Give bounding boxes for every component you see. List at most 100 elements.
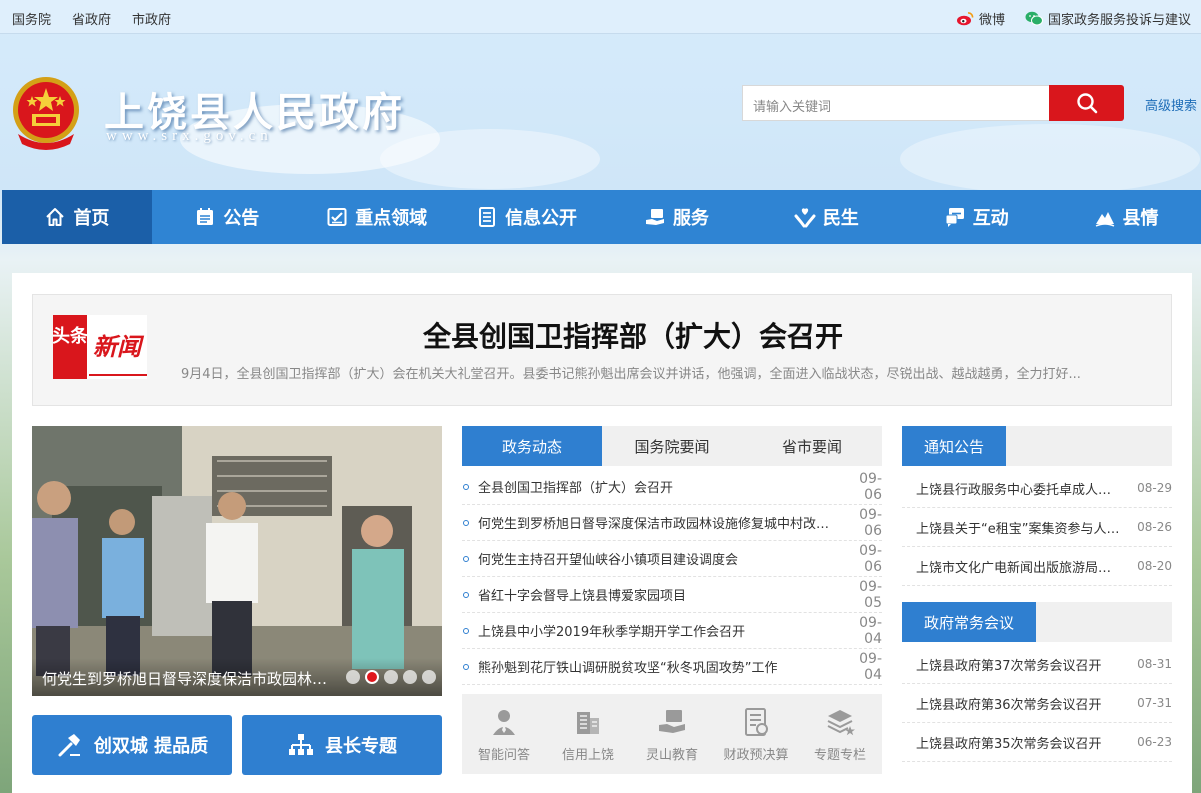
news-panel: 政务动态 国务院要闻 省市要闻 全县创国卫指挥部（扩大）会召开 09-06 何党生… <box>462 426 882 685</box>
list-item[interactable]: 何党生主持召开望仙峡谷小镇项目建设调度会 09-06 <box>462 541 882 577</box>
slider-dots <box>346 670 436 684</box>
notice-title[interactable]: 通知公告 <box>902 426 1007 466</box>
weibo-icon <box>956 12 974 26</box>
nav-county-info[interactable]: 县情 <box>1051 190 1201 244</box>
nav-key-areas[interactable]: 重点领域 <box>302 190 452 244</box>
quick-link-label: 信用上饶 <box>561 747 614 763</box>
quick-links: 智能问答 信用上饶 灵山教育 财政预决算 专题专栏 <box>462 694 882 774</box>
nav-livelihood[interactable]: 民生 <box>751 190 901 244</box>
nav-info-disclosure[interactable]: 信息公开 <box>452 190 602 244</box>
list-item[interactable]: 上饶县政府第35次常务会议召开 06-23 <box>902 723 1172 762</box>
document-icon <box>479 207 496 227</box>
news-title: 何党生主持召开望仙峡谷小镇项目建设调度会 <box>478 553 739 568</box>
cloud-decoration <box>380 129 600 189</box>
notice-icon <box>197 208 214 225</box>
nav-label: 服务 <box>672 208 709 229</box>
list-item[interactable]: 上饶县关于“e租宝”案集资参与人信息核实登记的公告08-26 <box>902 508 1172 547</box>
quick-link-label: 财政预决算 <box>723 747 789 763</box>
service-icon <box>645 209 664 225</box>
mountain-icon <box>1095 212 1114 227</box>
hammer-icon <box>58 734 80 757</box>
news-photo <box>32 426 442 696</box>
top-right-links: 微博 国家政务服务投诉与建议 <box>956 9 1191 28</box>
slider-dot-3[interactable] <box>384 670 398 684</box>
list-item[interactable]: 上饶县政府第37次常务会议召开 08-31 <box>902 645 1172 684</box>
main-nav: 首页 公告 重点领域 信息公开 服务 民生 互动 县情 <box>2 190 1201 244</box>
quick-link-education[interactable]: 灵山教育 <box>630 694 714 774</box>
news-title: 何党生到罗桥旭日督导深度保洁市政园林设施修复城中村改造工作 <box>478 517 842 532</box>
nav-label: 民生 <box>822 208 859 229</box>
bullet-icon <box>463 555 469 562</box>
list-item[interactable]: 省红十字会督导上饶县博爱家园项目 09-05 <box>462 577 882 613</box>
nav-interaction[interactable]: 互动 <box>901 190 1051 244</box>
bullet-icon <box>463 663 469 670</box>
news-date: 09-04 <box>859 614 882 647</box>
headline-title-text: 全县创国卫指挥部（扩大）会召开 <box>422 320 843 353</box>
link-city-gov[interactable]: 市政府 <box>132 9 171 28</box>
advanced-search-link[interactable]: 高级搜索 <box>1145 95 1197 114</box>
double-city-button[interactable]: 创双城 提品质 <box>32 715 232 775</box>
list-item[interactable]: 何党生到罗桥旭日督导深度保洁市政园林设施修复城中村改造工作 09-06 <box>462 505 882 541</box>
national-emblem-icon <box>13 77 79 150</box>
home-icon <box>46 208 65 226</box>
link-state-council[interactable]: 国务院 <box>12 9 51 28</box>
slider-dot-1[interactable] <box>346 670 360 684</box>
top-bar: 国务院 省政府 市政府 微博 国家政务服务投诉与建议 <box>0 0 1201 34</box>
list-item[interactable]: 上饶县行政服务中心委托卓成人力资源公司招聘工作人员公告08-29 <box>902 469 1172 508</box>
person-icon <box>493 709 515 735</box>
nav-notice[interactable]: 公告 <box>152 190 302 244</box>
slider-dot-5[interactable] <box>422 670 436 684</box>
cloud-decoration <box>900 124 1200 194</box>
link-province-gov[interactable]: 省政府 <box>72 9 111 28</box>
quick-link-topics[interactable]: 专题专栏 <box>798 694 882 774</box>
quick-link-smart-qa[interactable]: 智能问答 <box>462 694 546 774</box>
slider-caption-text: 何党生到罗桥旭日督导深度保洁市政园林设施修复城中村改造工作 <box>42 670 330 688</box>
nav-label: 重点领域 <box>355 208 428 229</box>
checklist-icon <box>327 208 347 226</box>
tab-state-council-news[interactable]: 国务院要闻 <box>602 426 742 466</box>
quick-link-label: 智能问答 <box>477 747 530 763</box>
photo-slider[interactable]: 何党生到罗桥旭日督导深度保洁市政园林设施修复城中村改造工作 <box>32 426 442 696</box>
search-input[interactable]: 请输入关键词 <box>742 85 1050 121</box>
nav-service[interactable]: 服务 <box>602 190 752 244</box>
meeting-item-title: 上饶县政府第35次常务会议召开 <box>916 736 1102 752</box>
meetings-header: 政府常务会议 <box>902 602 1172 642</box>
headline-banner[interactable]: 头条 新闻 全县创国卫指挥部（扩大）会召开 9月4日，全县创国卫指挥部（扩大）会… <box>32 294 1172 406</box>
news-title: 上饶县中小学2019年秋季学期开学工作会召开 <box>478 625 746 640</box>
nav-label: 首页 <box>73 208 110 229</box>
tab-gov-affairs[interactable]: 政务动态 <box>462 426 602 466</box>
list-item[interactable]: 上饶市文化广电新闻出版旅游局关于公开征集意见的公告08-20 <box>902 547 1172 586</box>
headline-title[interactable]: 全县创国卫指挥部（扩大）会召开 <box>33 315 1173 355</box>
bullet-icon <box>463 519 469 526</box>
meetings-title[interactable]: 政府常务会议 <box>902 602 1037 642</box>
tab-province-city-news[interactable]: 省市要闻 <box>742 426 882 466</box>
notice-item-date: 08-26 <box>1137 520 1172 534</box>
news-date: 09-06 <box>859 506 882 539</box>
notice-header: 通知公告 <box>902 426 1172 466</box>
main-content: 头条 新闻 全县创国卫指挥部（扩大）会召开 9月4日，全县创国卫指挥部（扩大）会… <box>12 273 1192 793</box>
bullet-icon <box>463 483 469 490</box>
list-item[interactable]: 上饶县政府第36次常务会议召开 07-31 <box>902 684 1172 723</box>
notice-item-title: 上饶市文化广电新闻出版旅游局关于公开征集意见的公告 <box>916 560 1134 576</box>
list-item[interactable]: 全县创国卫指挥部（扩大）会召开 09-06 <box>462 469 882 505</box>
meetings-panel: 政府常务会议 上饶县政府第37次常务会议召开 08-31 上饶县政府第36次常务会… <box>902 602 1172 762</box>
bullet-icon <box>463 627 469 634</box>
quick-link-credit[interactable]: 信用上饶 <box>546 694 630 774</box>
news-tabs: 政务动态 国务院要闻 省市要闻 <box>462 426 882 466</box>
slider-dot-4[interactable] <box>403 670 417 684</box>
double-city-label: 创双城 提品质 <box>93 736 209 757</box>
nav-home[interactable]: 首页 <box>2 190 152 244</box>
notice-item-date: 08-20 <box>1137 559 1172 573</box>
news-date: 09-06 <box>859 542 882 575</box>
list-item[interactable]: 熊孙魁到花厅铁山调研脱贫攻坚“秋冬巩固攻势”工作 09-04 <box>462 649 882 685</box>
slider-dot-2[interactable] <box>365 670 379 684</box>
wechat-icon <box>1025 11 1043 26</box>
quick-link-budget[interactable]: 财政预决算 <box>714 694 798 774</box>
list-item[interactable]: 上饶县中小学2019年秋季学期开学工作会召开 09-04 <box>462 613 882 649</box>
site-url: www.srx.gov.cn <box>106 128 273 144</box>
weibo-link[interactable]: 微博 <box>956 9 1005 28</box>
search-button[interactable] <box>1049 85 1124 121</box>
complaint-link[interactable]: 国家政务服务投诉与建议 <box>1025 9 1191 28</box>
chat-icon <box>945 208 964 227</box>
county-head-topic-button[interactable]: 县长专题 <box>242 715 442 775</box>
